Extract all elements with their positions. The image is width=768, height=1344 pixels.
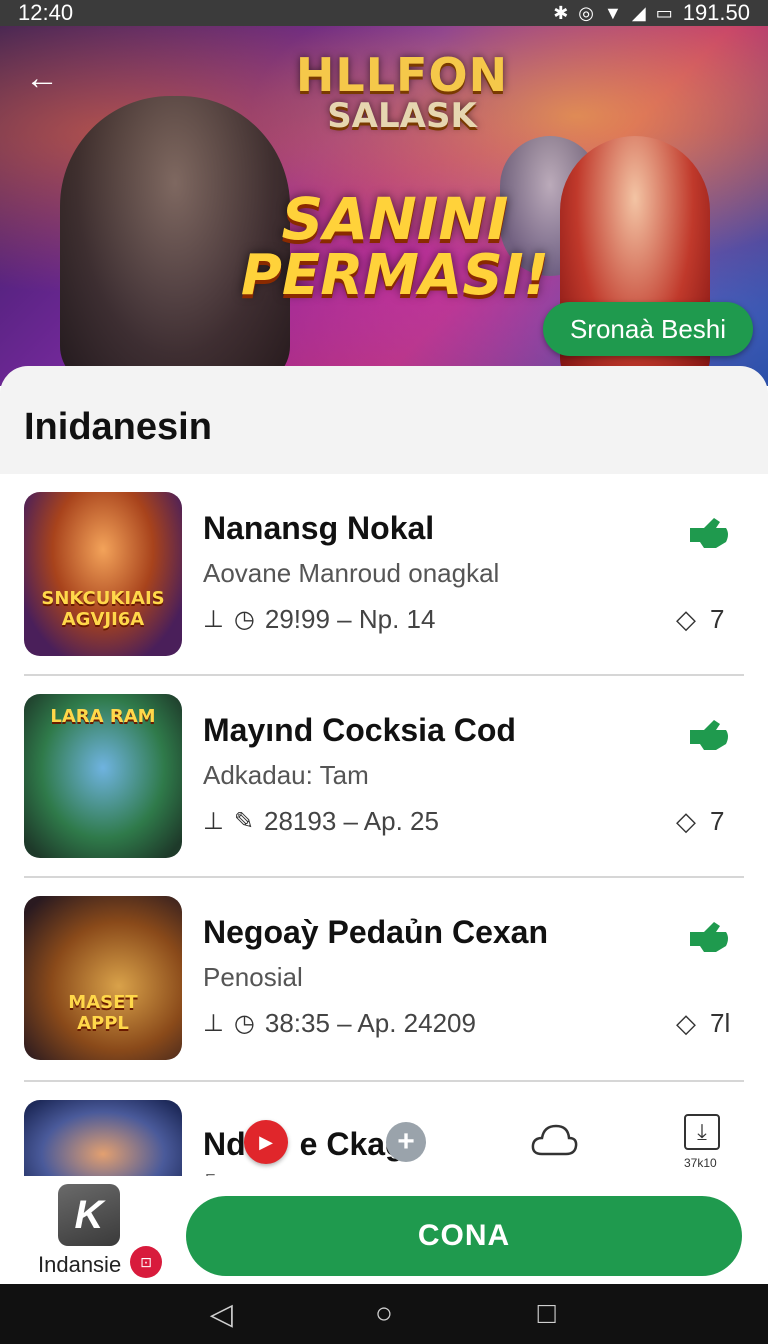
game-meta: ⊥ ✎ 28193 – Ap. 25	[203, 806, 439, 837]
tag-icon: ◇	[676, 1008, 696, 1038]
add-icon[interactable]: +	[386, 1122, 426, 1162]
share-icon[interactable]	[686, 716, 732, 756]
game-meta-text: 29!99 – Np. 14	[264, 604, 436, 634]
size-icon: ⊥	[203, 808, 224, 835]
thumbnail-caption: SNKCUKIAIS AGVJI6A	[41, 588, 165, 630]
game-meta: ⊥ ◷ 29!99 – Np. 14	[203, 604, 435, 635]
hero-banner: ← HLLFON SALASK SANINI PERMASI! Sronaà B…	[0, 26, 768, 386]
list-item[interactable]: SNKCUKIAIS AGVJI6A Nanansg Nokal Aovane …	[0, 474, 768, 676]
status-time: 12:40	[18, 0, 74, 25]
hero-title-line-1: SANINI	[281, 185, 509, 253]
game-subtitle: Penosial	[203, 962, 303, 992]
tag-icon: ◇	[676, 806, 696, 836]
tag-count-value: 7	[710, 604, 725, 634]
share-icon[interactable]	[686, 918, 732, 958]
game-meta: ⊥ ◷ 38:35 – Ap. 24209	[203, 1008, 476, 1039]
system-nav-bar: ◁ ○ □	[0, 1284, 768, 1344]
tag-icon: ◇	[676, 604, 696, 634]
tag-count[interactable]: ◇ 7	[676, 604, 724, 635]
tag-count[interactable]: ◇ 7	[676, 806, 724, 837]
wifi-icon: ▼	[604, 2, 622, 23]
game-thumbnail	[24, 1100, 182, 1176]
thumbnail-caption: LARA RAM	[50, 706, 156, 727]
game-thumbnail: SNKCUKIAIS AGVJI6A	[24, 492, 182, 656]
list-item[interactable]: LARA RAM Mayınd Cocksia Cod Adkadau: Tam…	[0, 676, 768, 878]
edit-icon: ✎	[233, 808, 255, 835]
back-nav-icon[interactable]: ◁	[201, 1297, 241, 1332]
primary-action-button[interactable]: CONA	[186, 1196, 742, 1276]
game-title: Nanansg Nokal	[203, 510, 435, 546]
download-label: 37k10	[684, 1156, 717, 1170]
game-subtitle: Aovane Manroud onagkal	[203, 558, 500, 588]
game-logo: HLLFON SALASK	[292, 48, 512, 168]
tag-count[interactable]: ◇ 7l	[676, 1008, 730, 1039]
thumbnail-caption: MASET APPL	[68, 992, 138, 1034]
hero-cta-button[interactable]: Sronaà Beshi	[543, 302, 753, 356]
clock-icon: ◷	[233, 1010, 255, 1037]
size-icon: ⊥	[203, 606, 224, 633]
game-title: Mayınd Cocksia Cod	[203, 712, 516, 748]
status-icons: ✱ ◎ ▼ ◢ ▭ 191.50	[553, 0, 750, 26]
notification-badge: ⊡	[130, 1246, 162, 1278]
list-item[interactable]: MASET APPL Negoaỳ Pedaủn Cexan Penosial …	[0, 878, 768, 1080]
hero-title: SANINI PERMASI!	[230, 190, 560, 304]
app-logo-icon[interactable]: K	[58, 1184, 120, 1246]
back-arrow-icon[interactable]: ←	[22, 58, 62, 98]
content-sheet: Inidanesin SNKCUKIAIS AGVJI6A Nanansg No…	[0, 366, 768, 1176]
game-thumbnail: MASET APPL	[24, 896, 182, 1060]
section-title: Inidanesin	[24, 406, 212, 448]
recents-nav-icon[interactable]: □	[527, 1297, 567, 1331]
game-list: SNKCUKIAIS AGVJI6A Nanansg Nokal Aovane …	[0, 474, 768, 1176]
game-thumbnail: LARA RAM	[24, 694, 182, 858]
nfc-icon: ◎	[578, 2, 595, 23]
home-nav-icon[interactable]: ○	[364, 1297, 404, 1331]
game-title: Negoaỳ Pedaủn Cexan	[203, 914, 548, 950]
signal-icon: ◢	[631, 2, 646, 23]
tag-count-value: 7	[710, 806, 725, 836]
battery-icon: ▭	[655, 2, 673, 23]
game-meta-text: 28193 – Ap. 25	[264, 806, 439, 836]
logo-line-2: SALASK	[327, 96, 477, 136]
game-title: Nd e Ckag	[203, 1126, 405, 1162]
bluetooth-icon: ✱	[553, 2, 569, 23]
battery-text: 191.50	[682, 0, 750, 25]
divider	[24, 1080, 744, 1082]
play-icon[interactable]: ▶	[244, 1120, 288, 1164]
hero-title-line-2: PERMASI!	[240, 243, 550, 308]
list-item-partial[interactable]: Nde Ckag Ea ▶ + ⤓ 37k10	[0, 1094, 768, 1176]
share-icon[interactable]	[686, 514, 732, 554]
bottom-bar: K Indansie ⊡ CONA	[0, 1176, 768, 1284]
tag-count-value: 7l	[710, 1008, 731, 1038]
logo-line-1: HLLFON	[295, 48, 509, 102]
size-icon: ⊥	[203, 1010, 224, 1037]
download-icon[interactable]: ⤓	[684, 1114, 720, 1150]
status-bar: 12:40 ✱ ◎ ▼ ◢ ▭ 191.50	[0, 0, 768, 26]
clock-icon: ◷	[233, 606, 255, 633]
game-subtitle: Adkadau: Tam	[203, 760, 369, 790]
game-meta-text: 38:35 – Ap. 24209	[264, 1008, 476, 1038]
cloud-icon[interactable]	[528, 1120, 580, 1160]
app-label: Indansie	[38, 1252, 122, 1277]
